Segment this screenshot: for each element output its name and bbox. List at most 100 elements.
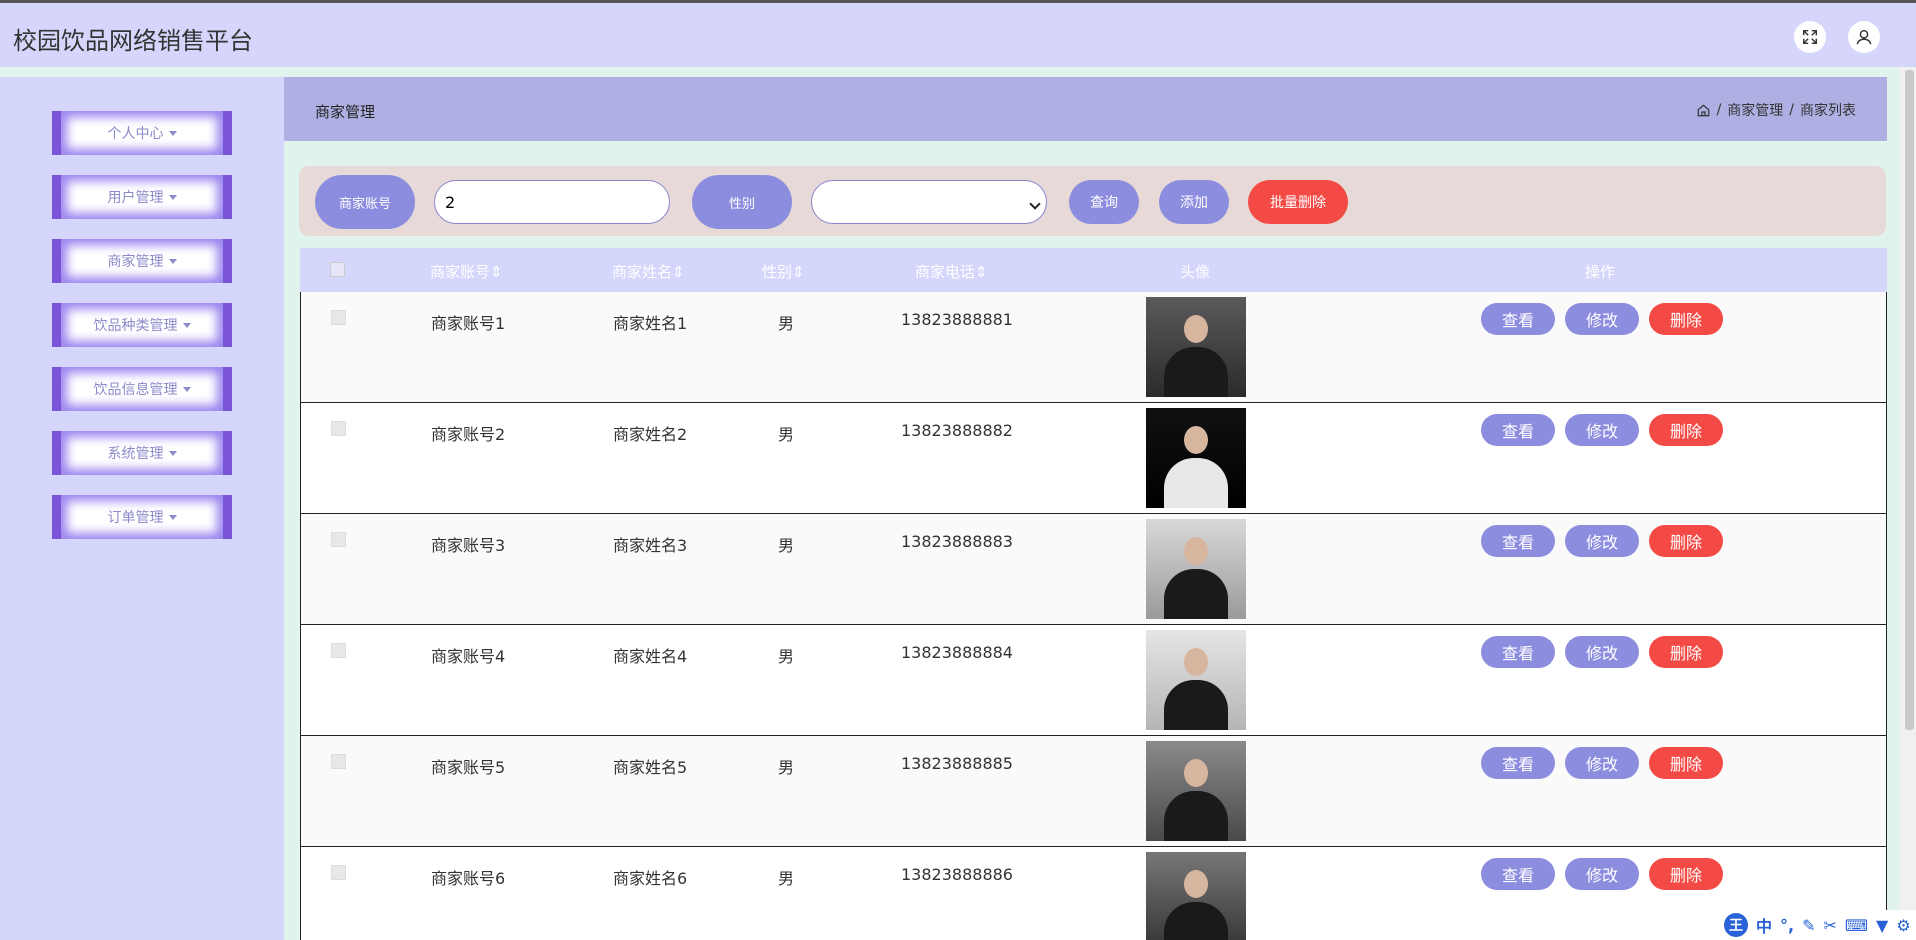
gender-select[interactable] [811,180,1047,224]
caret-down-icon [168,514,177,520]
sidebar-item-label: 饮品种类管理 [93,318,178,334]
edit-button[interactable]: 修改 [1565,525,1639,557]
cell-phone: 13823888881 [901,310,1013,329]
avatar [1146,519,1246,619]
query-button[interactable]: 查询 [1069,180,1139,224]
row-checkbox[interactable] [331,421,346,436]
row-checkbox[interactable] [331,532,346,547]
avatar [1146,408,1246,508]
scissors-icon[interactable]: ✂ [1824,916,1837,935]
gear-icon[interactable]: ⚙ [1896,916,1910,935]
sidebar-item-drink-info-management[interactable]: 饮品信息管理 [52,367,232,411]
cell-account: 商家账号5 [431,758,506,777]
ime-logo[interactable]: 王 [1724,913,1748,937]
sidebar-item-user-management[interactable]: 用户管理 [52,175,232,219]
view-button[interactable]: 查看 [1481,858,1555,890]
row-checkbox[interactable] [331,754,346,769]
sidebar-item-drink-category-management[interactable]: 饮品种类管理 [52,303,232,347]
gender-label: 性别 [692,175,792,229]
column-header-phone[interactable]: 商家电话⇕ [915,261,988,282]
sort-icon: ⇕ [792,263,805,281]
caret-down-icon [168,450,177,456]
page-header: 商家管理 / 商家管理 / 商家列表 [284,77,1887,141]
cell-phone: 13823888882 [901,421,1013,440]
view-button[interactable]: 查看 [1481,636,1555,668]
avatar [1146,741,1246,841]
cell-phone: 13823888885 [901,754,1013,773]
breadcrumb-item[interactable]: 商家管理 [1727,100,1783,120]
table-row: 商家账号3 商家姓名3 男 13823888883 查看 修改 删除 [300,514,1887,625]
user-icon[interactable] [1848,21,1880,53]
table-row: 商家账号1 商家姓名1 男 13823888881 查看 修改 删除 [300,292,1887,403]
ime-toolbar: 王 中 °, ✎ ✂ ⌨ ▼ ⚙ [1722,910,1916,940]
delete-button[interactable]: 删除 [1649,414,1723,446]
account-search-input[interactable] [434,180,670,224]
sidebar-item-label: 系统管理 [107,446,164,462]
ime-mode[interactable]: 中 [1756,913,1772,937]
caret-down-icon [168,130,177,136]
table-row: 商家账号4 商家姓名4 男 13823888884 查看 修改 删除 [300,625,1887,736]
avatar [1146,852,1246,940]
batch-delete-button[interactable]: 批量删除 [1248,180,1348,224]
delete-button[interactable]: 删除 [1649,858,1723,890]
edit-button[interactable]: 修改 [1565,636,1639,668]
column-header-account[interactable]: 商家账号⇕ [430,261,503,282]
table-header: 商家账号⇕ 商家姓名⇕ 性别⇕ 商家电话⇕ 头像 操作 [300,248,1887,292]
caret-down-icon [168,194,177,200]
delete-button[interactable]: 删除 [1649,303,1723,335]
shirt-icon[interactable]: ▼ [1876,916,1888,935]
cell-name: 商家姓名6 [613,869,688,888]
cell-account: 商家账号3 [431,536,506,555]
table-row: 商家账号2 商家姓名2 男 13823888882 查看 修改 删除 [300,403,1887,514]
app-title: 校园饮品网络销售平台 [13,27,253,55]
column-header-gender[interactable]: 性别⇕ [762,261,805,282]
fullscreen-icon[interactable] [1794,21,1826,53]
row-checkbox[interactable] [331,865,346,880]
view-button[interactable]: 查看 [1481,303,1555,335]
cell-gender: 男 [778,536,795,555]
sidebar: 个人中心 用户管理 商家管理 饮品种类管理 饮品信息管理 系统管理 订单管理 [0,77,284,940]
sidebar-item-order-management[interactable]: 订单管理 [52,495,232,539]
delete-button[interactable]: 删除 [1649,525,1723,557]
sidebar-item-label: 商家管理 [107,254,164,270]
view-button[interactable]: 查看 [1481,414,1555,446]
view-button[interactable]: 查看 [1481,747,1555,779]
cell-account: 商家账号2 [431,425,506,444]
sidebar-item-personal-center[interactable]: 个人中心 [52,111,232,155]
cell-account: 商家账号6 [431,869,506,888]
cell-account: 商家账号4 [431,647,506,666]
cell-phone: 13823888884 [901,643,1013,662]
table-row: 商家账号5 商家姓名5 男 13823888885 查看 修改 删除 [300,736,1887,847]
top-bar-divider [0,67,1916,77]
edit-button[interactable]: 修改 [1565,414,1639,446]
table-row: 商家账号6 商家姓名6 男 13823888886 查看 修改 删除 [300,847,1887,940]
scrollbar-thumb[interactable] [1905,70,1914,730]
edit-button[interactable]: 修改 [1565,747,1639,779]
caret-down-icon [182,322,191,328]
delete-button[interactable]: 删除 [1649,636,1723,668]
edit-button[interactable]: 修改 [1565,858,1639,890]
delete-button[interactable]: 删除 [1649,747,1723,779]
edit-button[interactable]: 修改 [1565,303,1639,335]
column-header-name[interactable]: 商家姓名⇕ [612,261,685,282]
row-checkbox[interactable] [331,310,346,325]
sidebar-item-label: 饮品信息管理 [93,382,178,398]
cell-phone: 13823888886 [901,865,1013,884]
keyboard-icon[interactable]: ⌨ [1845,916,1868,935]
add-button[interactable]: 添加 [1159,180,1229,224]
sidebar-item-label: 订单管理 [107,510,164,526]
cell-account: 商家账号1 [431,314,506,333]
home-icon[interactable] [1696,103,1711,118]
cell-name: 商家姓名1 [613,314,688,333]
punctuation-icon[interactable]: °, [1780,916,1794,935]
view-button[interactable]: 查看 [1481,525,1555,557]
cell-gender: 男 [778,869,795,888]
sidebar-item-system-management[interactable]: 系统管理 [52,431,232,475]
breadcrumb: / 商家管理 / 商家列表 [1696,100,1856,120]
cell-phone: 13823888883 [901,532,1013,551]
sidebar-item-merchant-management[interactable]: 商家管理 [52,239,232,283]
row-checkbox[interactable] [331,643,346,658]
select-all-checkbox[interactable] [330,262,345,277]
account-label: 商家账号 [315,175,415,229]
pen-icon[interactable]: ✎ [1802,916,1815,935]
